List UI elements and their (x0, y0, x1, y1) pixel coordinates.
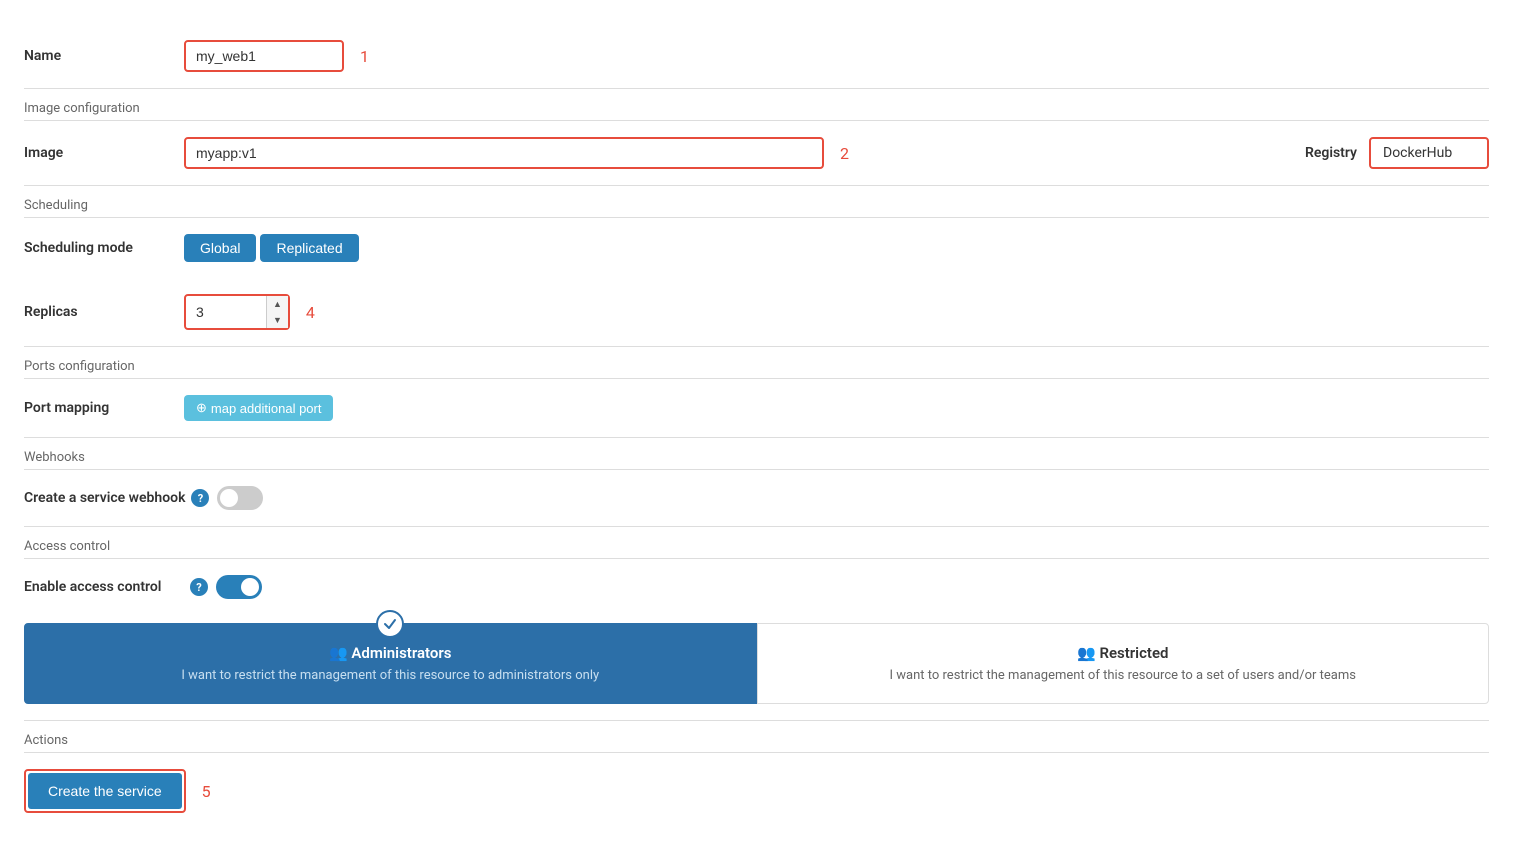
registry-label: Registry (1305, 145, 1357, 161)
webhook-label: Create a service webhook (24, 490, 185, 506)
replicas-decrement[interactable]: ▼ (267, 312, 288, 328)
webhook-slider (217, 486, 263, 510)
replicas-increment[interactable]: ▲ (267, 296, 288, 312)
name-label: Name (24, 48, 184, 64)
name-input[interactable] (184, 40, 344, 72)
plus-icon: ⊕ (196, 400, 207, 416)
image-input[interactable] (184, 137, 824, 169)
access-control-heading: Access control (24, 527, 1489, 558)
access-control-cards: 👥 Administrators I want to restrict the … (24, 623, 1489, 704)
admin-icon: 👥 (329, 644, 351, 662)
access-control-toggle[interactable] (216, 575, 262, 599)
annotation-1: 1 (360, 47, 369, 66)
admin-card-desc: I want to restrict the management of thi… (49, 668, 732, 683)
replicas-label: Replicas (24, 304, 184, 320)
replicas-input-wrapper: ▲ ▼ (184, 294, 290, 330)
scheduling-mode-label: Scheduling mode (24, 240, 184, 256)
map-port-label: map additional port (211, 401, 322, 416)
restricted-card-title: 👥 Restricted (782, 644, 1465, 662)
admin-access-card[interactable]: 👥 Administrators I want to restrict the … (24, 623, 757, 704)
image-config-heading: Image configuration (24, 89, 1489, 120)
port-mapping-container: ⊕ map additional port (184, 395, 333, 421)
map-port-button[interactable]: ⊕ map additional port (184, 395, 333, 421)
replicas-spinner: ▲ ▼ (266, 296, 288, 328)
webhooks-heading: Webhooks (24, 438, 1489, 469)
access-control-slider (216, 575, 262, 599)
image-label: Image (24, 145, 184, 161)
port-mapping-label: Port mapping (24, 400, 184, 416)
admin-card-title: 👥 Administrators (49, 644, 732, 662)
access-control-help-icon[interactable]: ? (190, 578, 208, 596)
annotation-5: 5 (202, 782, 211, 801)
restricted-access-card[interactable]: 👥 Restricted I want to restrict the mana… (757, 623, 1490, 704)
create-service-button[interactable]: Create the service (28, 773, 182, 809)
admin-check-circle (376, 610, 404, 638)
replicated-mode-button[interactable]: Replicated (260, 234, 358, 262)
scheduling-mode-toggle: Global Replicated (184, 234, 359, 262)
global-mode-button[interactable]: Global (184, 234, 256, 262)
scheduling-heading: Scheduling (24, 186, 1489, 217)
ports-config-heading: Ports configuration (24, 347, 1489, 378)
webhook-help-icon[interactable]: ? (191, 489, 209, 507)
annotation-2: 2 (840, 144, 849, 163)
annotation-4: 4 (306, 303, 315, 322)
registry-value: DockerHub (1369, 137, 1489, 169)
webhook-toggle[interactable] (217, 486, 263, 510)
restricted-icon: 👥 (1077, 644, 1099, 662)
access-control-label: Enable access control (24, 579, 184, 595)
actions-heading: Actions (24, 721, 1489, 752)
create-btn-wrapper: Create the service (24, 769, 186, 813)
replicas-input[interactable] (186, 298, 266, 326)
restricted-card-desc: I want to restrict the management of thi… (782, 668, 1465, 683)
